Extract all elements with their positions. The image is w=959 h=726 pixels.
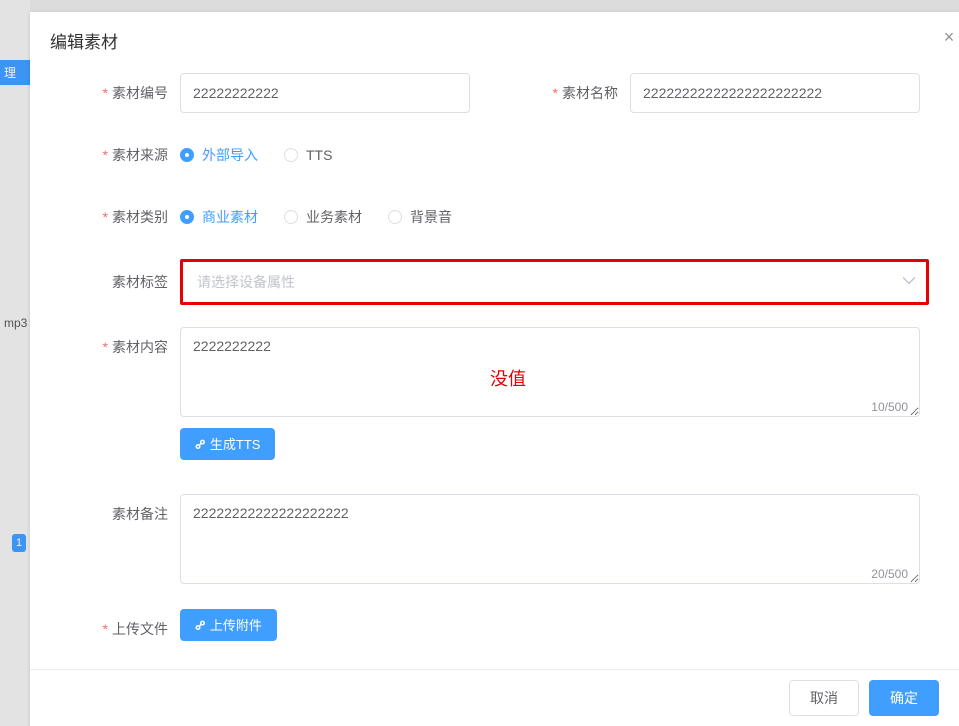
radio-label: 商业素材 xyxy=(202,207,258,227)
textarea-wrap-remark: 20/500 xyxy=(180,494,920,587)
upload-attachment-button[interactable]: ⚯ 上传附件 xyxy=(180,609,277,641)
label-material-remark: 素材备注 xyxy=(60,494,180,534)
row-remark: 素材备注 20/500 xyxy=(60,494,929,587)
dialog-header: 编辑素材 × xyxy=(30,12,959,63)
cancel-button[interactable]: 取消 xyxy=(789,680,859,716)
dialog-footer: 取消 确定 xyxy=(30,669,959,726)
label-upload-file: 上传文件 xyxy=(60,609,180,649)
label-material-tags: 素材标签 xyxy=(60,259,180,305)
row-gen-tts: . ⚯ 生成TTS xyxy=(60,428,929,468)
textarea-material-content[interactable] xyxy=(180,327,920,417)
field-material-id: 素材编号 xyxy=(60,73,470,113)
select-material-tags-wrap: 请选择设备属性 xyxy=(180,259,929,305)
row-upload: 上传文件 ⚯ 上传附件 xyxy=(60,609,929,649)
label-material-category: 素材类别 xyxy=(60,197,180,237)
radio-dot-icon xyxy=(284,148,298,162)
button-label: 上传附件 xyxy=(210,619,262,632)
radio-group-source: 外部导入 TTS xyxy=(180,135,332,175)
radio-dot-icon xyxy=(388,210,402,224)
input-material-name[interactable] xyxy=(630,73,920,113)
row-id-name: 素材编号 素材名称 xyxy=(60,73,929,113)
close-icon[interactable]: × xyxy=(939,28,959,48)
dialog-title: 编辑素材 xyxy=(50,33,118,52)
edit-material-dialog: 编辑素材 × 素材编号 素材名称 素材来源 xyxy=(30,12,959,726)
label-material-id: 素材编号 xyxy=(60,73,180,113)
row-content: 素材内容 10/500 xyxy=(60,327,929,420)
link-icon: ⚯ xyxy=(192,436,209,453)
link-icon: ⚯ xyxy=(192,617,209,634)
textarea-wrap-content: 10/500 xyxy=(180,327,920,420)
radio-category-bgm[interactable]: 背景音 xyxy=(388,207,452,227)
row-source: 素材来源 外部导入 TTS xyxy=(60,135,929,175)
radio-group-category: 商业素材 业务素材 背景音 xyxy=(180,197,452,237)
radio-dot-icon xyxy=(180,148,194,162)
radio-source-external[interactable]: 外部导入 xyxy=(180,145,258,165)
radio-label: 背景音 xyxy=(410,207,452,227)
generate-tts-button[interactable]: ⚯ 生成TTS xyxy=(180,428,275,460)
select-material-tags[interactable]: 请选择设备属性 xyxy=(180,259,929,305)
input-material-id[interactable] xyxy=(180,73,470,113)
textarea-material-remark[interactable] xyxy=(180,494,920,584)
radio-label: 业务素材 xyxy=(306,207,362,227)
radio-source-tts[interactable]: TTS xyxy=(284,147,332,163)
label-material-content: 素材内容 xyxy=(60,327,180,367)
row-category: 素材类别 商业素材 业务素材 背景音 xyxy=(60,197,929,237)
button-label: 生成TTS xyxy=(210,438,261,451)
row-tags: 素材标签 请选择设备属性 xyxy=(60,259,929,305)
radio-dot-icon xyxy=(284,210,298,224)
radio-label: 外部导入 xyxy=(202,145,258,165)
radio-label: TTS xyxy=(306,147,332,163)
radio-category-business[interactable]: 商业素材 xyxy=(180,207,258,227)
confirm-button[interactable]: 确定 xyxy=(869,680,939,716)
dialog-body: 素材编号 素材名称 素材来源 外部导入 xyxy=(30,63,959,669)
radio-dot-icon xyxy=(180,210,194,224)
field-material-name: 素材名称 xyxy=(510,73,920,113)
label-material-name: 素材名称 xyxy=(510,73,630,113)
select-placeholder: 请选择设备属性 xyxy=(197,272,295,292)
label-material-source: 素材来源 xyxy=(60,135,180,175)
chevron-down-icon xyxy=(903,274,915,290)
viewport: 理 mp3 1 编辑素材 × 素材编号 素材名称 素材来源 xyxy=(0,0,959,726)
radio-category-service[interactable]: 业务素材 xyxy=(284,207,362,227)
